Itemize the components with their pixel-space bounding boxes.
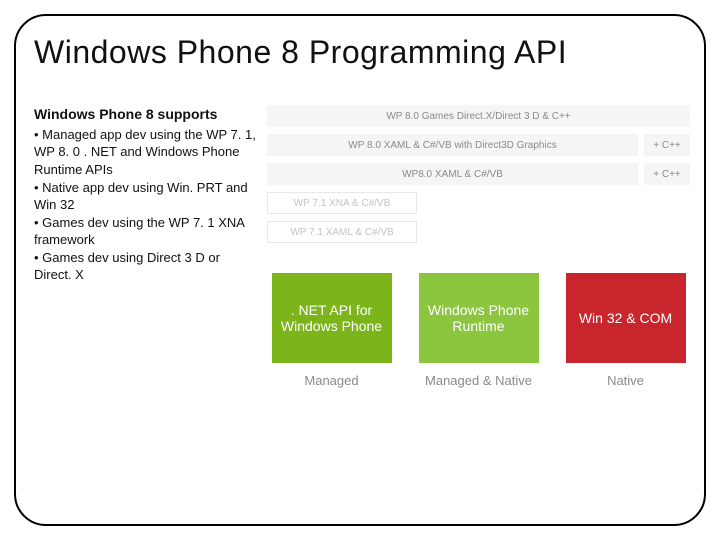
api-box-runtime: Windows Phone Runtime <box>419 273 539 363</box>
tech-bar: WP 8.0 Games Direct.X/Direct 3 D & C++ <box>267 105 690 127</box>
tech-bar-cap: + C++ <box>644 163 690 185</box>
api-column: . NET API for Windows Phone Managed <box>267 273 396 388</box>
bullet-item: • Managed app dev using the WP 7. 1, WP … <box>34 126 259 179</box>
bullet-item: • Native app dev using Win. PRT and Win … <box>34 179 259 214</box>
tech-bar: WP8.0 XAML & C#/VB <box>267 163 638 185</box>
right-column: WP 8.0 Games Direct.X/Direct 3 D & C++ W… <box>267 105 690 388</box>
api-box-win32: Win 32 & COM <box>566 273 686 363</box>
page-title: Windows Phone 8 Programming API <box>34 34 690 71</box>
tech-bar-row: WP 7.1 XNA & C#/VB <box>267 192 690 214</box>
api-label: Managed & Native <box>425 373 532 388</box>
api-column: Windows Phone Runtime Managed & Native <box>414 273 543 388</box>
subhead: Windows Phone 8 supports <box>34 105 259 124</box>
tech-bar: WP 7.1 XNA & C#/VB <box>267 192 417 214</box>
api-column: Win 32 & COM Native <box>561 273 690 388</box>
left-column: Windows Phone 8 supports • Managed app d… <box>34 105 259 388</box>
slide-frame: Windows Phone 8 Programming API Windows … <box>14 14 706 526</box>
tech-bar-row: WP8.0 XAML & C#/VB + C++ <box>267 163 690 185</box>
tech-bar: WP 8.0 XAML & C#/VB with Direct3D Graphi… <box>267 134 638 156</box>
api-box-net: . NET API for Windows Phone <box>272 273 392 363</box>
tech-bar-row: WP 8.0 XAML & C#/VB with Direct3D Graphi… <box>267 134 690 156</box>
api-label: Managed <box>304 373 358 388</box>
content-row: Windows Phone 8 supports • Managed app d… <box>34 105 690 388</box>
tech-bar-row: WP 8.0 Games Direct.X/Direct 3 D & C++ <box>267 105 690 127</box>
tech-bar: WP 7.1 XAML & C#/VB <box>267 221 417 243</box>
api-label: Native <box>607 373 644 388</box>
bullet-item: • Games dev using the WP 7. 1 XNA framew… <box>34 214 259 249</box>
tech-bar-row: WP 7.1 XAML & C#/VB <box>267 221 690 243</box>
api-boxes: . NET API for Windows Phone Managed Wind… <box>267 273 690 388</box>
bullet-item: • Games dev using Direct 3 D or Direct. … <box>34 249 259 284</box>
tech-bar-cap: + C++ <box>644 134 690 156</box>
